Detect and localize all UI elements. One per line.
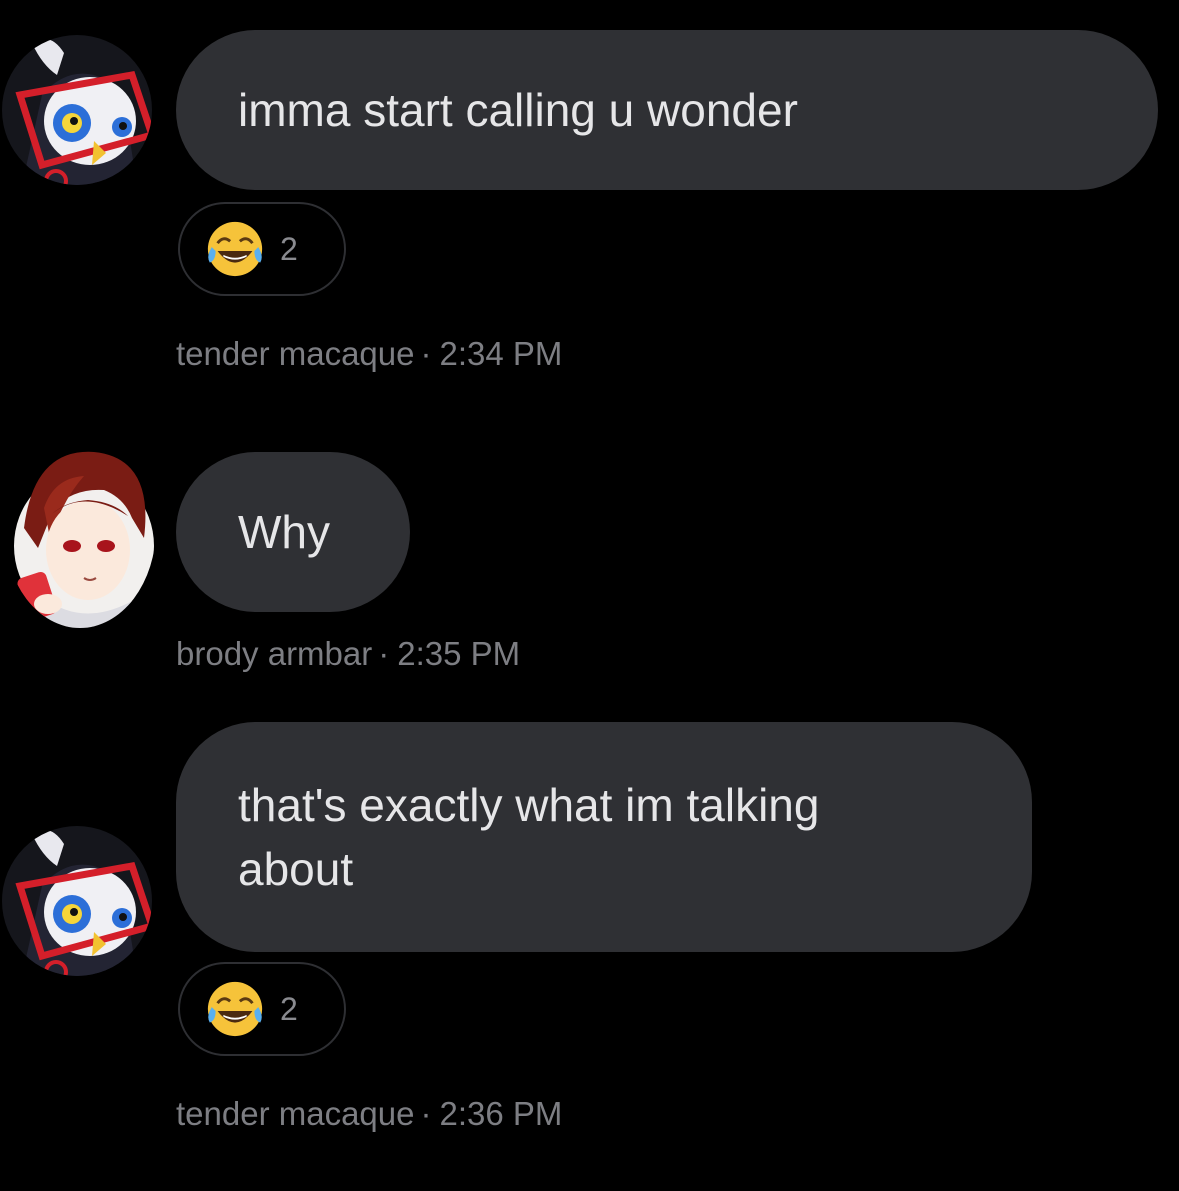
message-time: 2:35 PM (397, 635, 521, 672)
reaction-count: 2 (280, 230, 298, 267)
chat-thread: imma start calling u wonder 2 tender mac… (0, 0, 1179, 1191)
message-bubble[interactable]: that's exactly what im talking about (176, 722, 1032, 952)
reaction-count: 2 (280, 990, 298, 1027)
bird-mascot-avatar-icon (2, 35, 152, 185)
author-name[interactable]: tender macaque (176, 1095, 415, 1132)
message-text: that's exactly what im talking about (238, 779, 820, 895)
author-name[interactable]: tender macaque (176, 335, 415, 372)
bird-mascot-avatar-icon (2, 826, 152, 976)
avatar-tender-macaque[interactable] (2, 35, 152, 185)
message-text: imma start calling u wonder (238, 84, 798, 136)
message-time: 2:36 PM (439, 1095, 563, 1132)
message-time: 2:34 PM (439, 335, 563, 372)
meta-separator: · (378, 635, 390, 672)
message-meta: brody armbar · 2:35 PM (176, 634, 520, 674)
laughing-tears-emoji-icon (207, 221, 263, 277)
meta-separator: · (420, 335, 432, 372)
avatar-tender-macaque[interactable] (2, 826, 152, 976)
message-text: Why (238, 506, 330, 558)
anime-character-avatar-icon (4, 428, 156, 628)
meta-separator: · (420, 1095, 432, 1132)
author-name[interactable]: brody armbar (176, 635, 372, 672)
message-meta: tender macaque · 2:34 PM (176, 334, 562, 374)
reaction-chip[interactable]: 2 (178, 202, 346, 296)
avatar-brody-armbar[interactable] (4, 428, 156, 628)
message-meta: tender macaque · 2:36 PM (176, 1094, 562, 1134)
reaction-chip[interactable]: 2 (178, 962, 346, 1056)
laughing-tears-emoji-icon (207, 981, 263, 1037)
message-bubble[interactable]: imma start calling u wonder (176, 30, 1158, 190)
message-bubble[interactable]: Why (176, 452, 410, 612)
